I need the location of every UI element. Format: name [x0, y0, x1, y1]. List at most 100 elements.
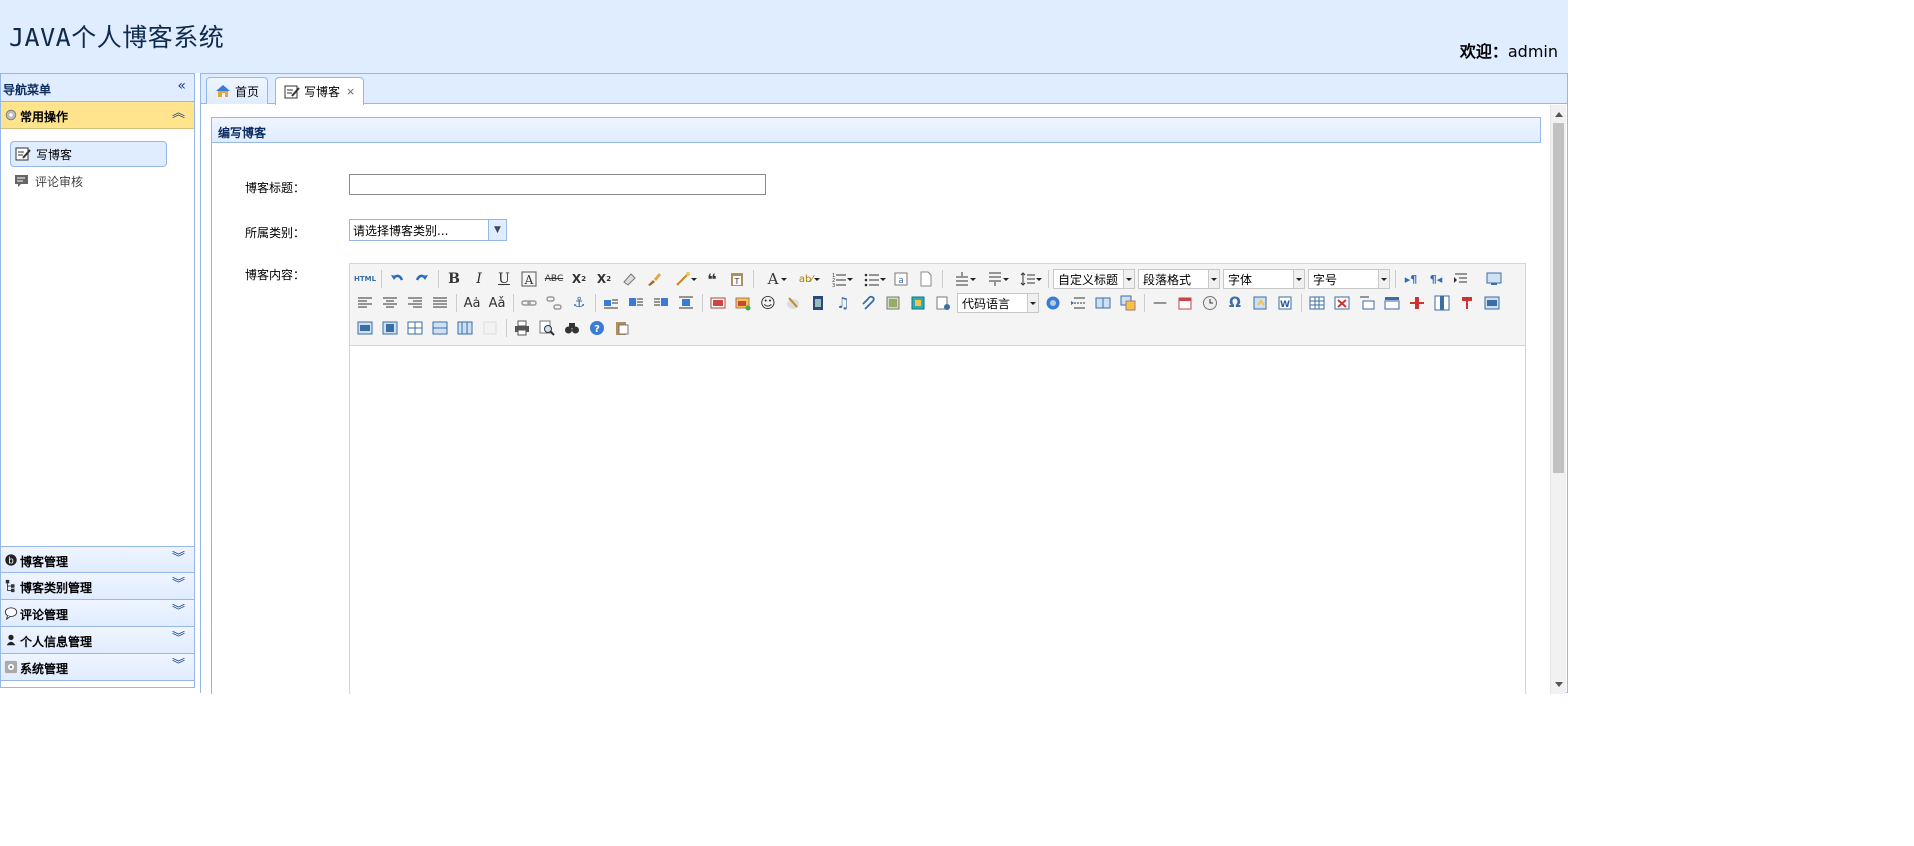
font-color-icon[interactable]: A [758, 269, 788, 289]
scroll-up-icon[interactable] [1555, 108, 1563, 117]
insert-row-icon[interactable] [1381, 293, 1403, 313]
ordered-list-icon[interactable]: 123 [824, 269, 854, 289]
anchor-icon[interactable]: ⚓ [568, 293, 590, 313]
print-icon[interactable] [511, 318, 533, 338]
line-height-icon[interactable] [1013, 269, 1043, 289]
align-left-icon[interactable] [354, 293, 376, 313]
image-none-icon[interactable] [600, 293, 622, 313]
chevron-down-icon[interactable]: ︾ [172, 605, 185, 618]
superscript-icon[interactable]: X2 [568, 269, 590, 289]
emoticon-icon[interactable]: ☺ [757, 293, 779, 313]
section-header-comment-management[interactable]: 评论管理 ︾ [1, 600, 194, 627]
scrawl-icon[interactable] [782, 293, 804, 313]
delete-table-icon[interactable] [1331, 293, 1353, 313]
underline-icon[interactable]: U [493, 269, 515, 289]
image-center-icon[interactable] [675, 293, 697, 313]
chevron-down-icon[interactable]: ▼ [488, 220, 506, 240]
map-icon[interactable] [907, 293, 929, 313]
eraser-icon[interactable] [618, 269, 640, 289]
split-to-cells-icon[interactable] [454, 318, 476, 338]
scroll-down-icon[interactable] [1555, 682, 1563, 691]
section-header-personal-info[interactable]: 个人信息管理 ︾ [1, 627, 194, 654]
image-right-icon[interactable] [650, 293, 672, 313]
image-left-icon[interactable] [625, 293, 647, 313]
delete-row-icon[interactable] [1406, 293, 1428, 313]
select-all-icon[interactable]: a [890, 269, 912, 289]
drafts-icon[interactable] [611, 318, 633, 338]
undo-icon[interactable] [386, 269, 408, 289]
redo-icon[interactable] [411, 269, 433, 289]
horizontal-split-icon[interactable] [1092, 293, 1114, 313]
section-header-system-management[interactable]: 系统管理 ︾ [1, 654, 194, 681]
align-right-icon[interactable] [404, 293, 426, 313]
search-replace-icon[interactable] [561, 318, 583, 338]
ltr-direction-icon[interactable]: ▸¶ [1400, 269, 1422, 289]
insert-paragraph-before-table-icon[interactable] [1356, 293, 1378, 313]
paste-text-icon[interactable]: T [726, 269, 748, 289]
italic-icon[interactable]: I [468, 269, 490, 289]
chevron-up-icon[interactable]: ︽ [172, 107, 185, 120]
tab-home[interactable]: 首页 [206, 77, 269, 104]
blog-title-input[interactable] [349, 174, 766, 195]
subscript-icon[interactable]: X2 [593, 269, 615, 289]
chevron-down-icon[interactable]: ︾ [172, 659, 185, 672]
align-center-icon[interactable] [379, 293, 401, 313]
help-icon[interactable]: ? [586, 318, 608, 338]
blockquote-icon[interactable]: ❝ [701, 269, 723, 289]
section-header-blog-management[interactable]: b 博客管理 ︾ [1, 546, 194, 573]
align-justify-icon[interactable] [429, 293, 451, 313]
fullscreen-icon[interactable] [1483, 269, 1505, 289]
chevron-down-icon[interactable]: ︾ [172, 632, 185, 645]
template-icon[interactable] [932, 293, 954, 313]
preview-icon[interactable] [1042, 293, 1064, 313]
indent-icon[interactable] [1450, 269, 1472, 289]
section-header-common-ops[interactable]: 常用操作 ︽ [1, 102, 194, 129]
format-brush-icon[interactable] [643, 269, 665, 289]
double-chevron-left-icon[interactable]: « [177, 79, 186, 93]
font-border-icon[interactable]: A [518, 269, 540, 289]
clear-document-icon[interactable] [915, 269, 937, 289]
merge-down-icon[interactable] [379, 318, 401, 338]
scrollbar-thumb[interactable] [1553, 123, 1564, 473]
multi-image-icon[interactable] [732, 293, 754, 313]
chart-icon[interactable] [479, 318, 501, 338]
snapscreen-icon[interactable] [1117, 293, 1139, 313]
merge-right-icon[interactable] [354, 318, 376, 338]
code-language-select[interactable]: 代码语言 [957, 293, 1039, 313]
date-icon[interactable] [1174, 293, 1196, 313]
menu-item-write-blog[interactable]: 写博客 [10, 141, 167, 167]
special-char-icon[interactable]: Ω [1224, 293, 1246, 313]
insert-video-icon[interactable] [807, 293, 829, 313]
editor-body[interactable] [350, 346, 1525, 694]
paragraph-format-select[interactable]: 段落格式 [1138, 269, 1220, 289]
split-to-rows-icon[interactable] [404, 318, 426, 338]
close-icon[interactable]: × [346, 85, 355, 98]
attachment-icon[interactable] [857, 293, 879, 313]
link-icon[interactable] [518, 293, 540, 313]
row-spacing-bottom-icon[interactable] [980, 269, 1010, 289]
split-to-cols-icon[interactable] [429, 318, 451, 338]
font-family-select[interactable]: 字体 [1223, 269, 1305, 289]
vertical-scrollbar[interactable] [1550, 105, 1566, 694]
chevron-down-icon[interactable]: ︾ [172, 578, 185, 591]
unordered-list-icon[interactable] [857, 269, 887, 289]
strikethrough-icon[interactable]: ABC [543, 269, 565, 289]
bold-icon[interactable]: B [443, 269, 465, 289]
row-spacing-top-icon[interactable] [947, 269, 977, 289]
music-icon[interactable]: ♫ [832, 293, 854, 313]
highlight-color-icon[interactable]: ab⁄ [791, 269, 821, 289]
tab-write-blog[interactable]: 写博客 × [275, 77, 365, 105]
word-image-icon[interactable] [1249, 293, 1271, 313]
word-count-icon[interactable]: W [1274, 293, 1296, 313]
delete-col-icon[interactable] [1456, 293, 1478, 313]
unlink-icon[interactable] [543, 293, 565, 313]
rtl-direction-icon[interactable]: ¶◂ [1425, 269, 1447, 289]
category-select[interactable]: 请选择博客类别... ▼ [349, 219, 507, 241]
horizontal-rule-icon[interactable]: — [1149, 293, 1171, 313]
insert-frame-icon[interactable] [882, 293, 904, 313]
insert-table-icon[interactable] [1306, 293, 1328, 313]
insert-col-icon[interactable] [1431, 293, 1453, 313]
lowercase-icon[interactable]: Aǎ [486, 293, 508, 313]
font-size-select[interactable]: 字号 [1308, 269, 1390, 289]
chevron-down-icon[interactable]: ︾ [172, 552, 185, 565]
